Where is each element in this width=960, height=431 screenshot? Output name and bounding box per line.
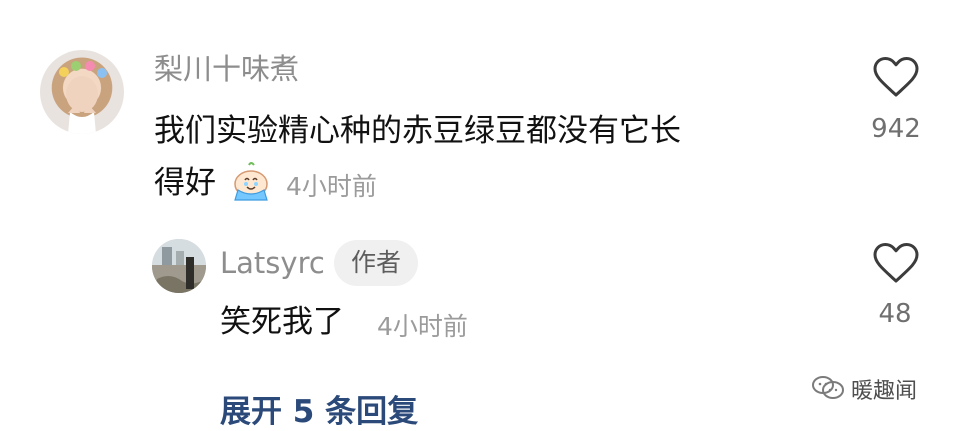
reply-text: 笑死我了 [220,304,344,340]
like-count: 942 [871,114,921,144]
wechat-icon [811,374,845,402]
comment-time: 4小时前 [286,172,377,201]
watermark-text: 暖趣闻 [851,379,918,404]
expand-replies-link[interactable]: 展开 5 条回复 [220,386,418,431]
reply-username[interactable]: Latsyrc [220,246,325,280]
author-badge: 作者 [334,240,418,286]
commenter-avatar[interactable] [40,50,124,134]
reply-like-count: 48 [878,299,912,329]
comment-text-line-1: 我们实验精心种的赤豆绿豆都没有它长 [154,113,681,149]
comment-text-line-2: 得好 [154,165,216,201]
like-heart-icon[interactable] [872,53,920,101]
reply-like-heart-icon[interactable] [872,239,920,287]
reply-time: 4小时前 [377,312,468,341]
crying-sticker-icon [228,160,274,202]
commenter-username[interactable]: 梨川十味煮 [154,52,299,86]
reply-avatar[interactable] [152,239,206,293]
